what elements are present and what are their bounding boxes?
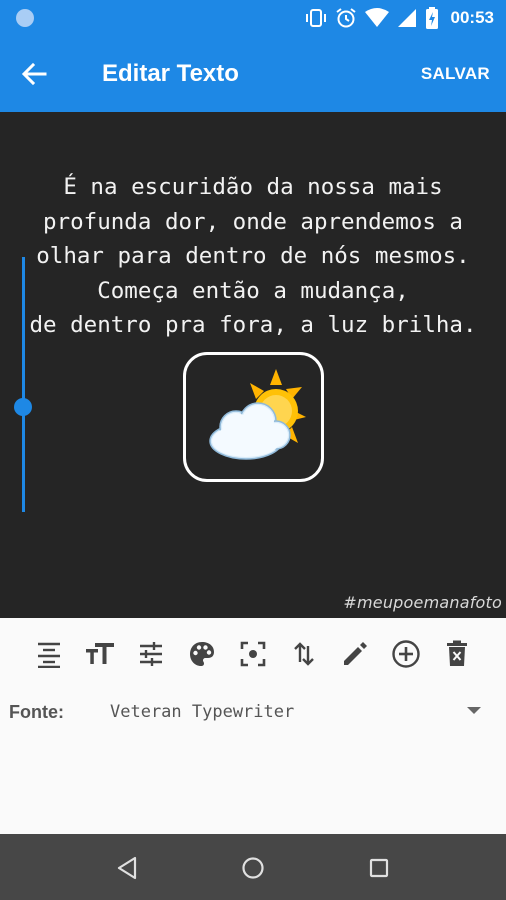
text-size-slider-track[interactable]	[22, 257, 25, 512]
recents-square-icon	[369, 858, 389, 878]
emoji-sticker[interactable]	[183, 352, 324, 482]
font-dropdown[interactable]: Veteran Typewriter	[110, 698, 490, 728]
palette-icon	[190, 642, 214, 666]
home-circle-icon	[242, 857, 264, 879]
align-center-button[interactable]	[30, 635, 68, 673]
edit-button[interactable]	[336, 635, 374, 673]
save-button[interactable]: SALVAR	[421, 64, 490, 84]
center-focus-button[interactable]	[234, 635, 272, 673]
add-button[interactable]	[387, 635, 425, 673]
text-size-icon	[86, 643, 114, 664]
sun-behind-cloud-icon	[209, 369, 306, 460]
font-selected-value: Veteran Typewriter	[110, 702, 295, 722]
nav-back-button[interactable]	[111, 852, 143, 884]
adjust-sliders-icon	[140, 642, 162, 666]
dropdown-arrow-icon	[467, 707, 481, 714]
nav-home-button[interactable]	[237, 852, 269, 884]
back-button[interactable]	[16, 56, 52, 92]
vibrate-icon	[305, 8, 327, 28]
color-button[interactable]	[183, 635, 221, 673]
quote-text[interactable]: É na escuridão da nossa mais profunda do…	[0, 170, 506, 343]
font-label: Fonte:	[9, 702, 64, 722]
status-icons: 00:53	[305, 6, 494, 30]
signal-icon	[397, 8, 417, 28]
text-size-slider-thumb[interactable]	[14, 398, 32, 416]
quote-line: Começa então a mudança,	[97, 277, 409, 304]
adjust-button[interactable]	[132, 635, 170, 673]
watermark: #meupoemanafoto	[343, 593, 502, 612]
editor-toolbar	[0, 618, 506, 690]
status-bar: 00:53	[0, 0, 506, 36]
quote-line: de dentro pra fora, a luz brilha.	[29, 312, 477, 338]
page-title: Editar Texto	[102, 60, 239, 87]
notification-dot-icon	[16, 9, 34, 27]
quote-line: profunda dor, onde aprendemos a	[43, 208, 463, 235]
status-time: 00:53	[450, 8, 494, 27]
quote-line: olhar para dentro de nós mesmos.	[36, 243, 470, 269]
nav-recents-button[interactable]	[363, 852, 395, 884]
battery-charging-icon	[425, 7, 439, 29]
system-nav-bar	[0, 834, 506, 900]
image-preview-canvas[interactable]: É na escuridão da nossa mais profunda do…	[0, 112, 506, 618]
text-size-button[interactable]	[81, 635, 119, 673]
swap-vertical-icon	[294, 642, 314, 666]
app-bar: Editar Texto SALVAR	[0, 36, 506, 112]
font-row: Fonte: Veteran Typewriter	[0, 690, 506, 736]
add-circle-icon	[392, 640, 420, 668]
align-center-icon	[38, 642, 60, 668]
center-focus-icon	[240, 641, 266, 667]
swap-button[interactable]	[285, 635, 323, 673]
quote-line: É na escuridão da nossa mais	[63, 174, 443, 200]
pencil-icon	[344, 642, 367, 665]
alarm-icon	[335, 7, 357, 29]
wifi-icon	[364, 8, 389, 28]
delete-button[interactable]	[438, 635, 476, 673]
delete-icon	[447, 640, 467, 666]
arrow-left-icon	[21, 62, 47, 86]
back-triangle-icon	[117, 856, 137, 880]
